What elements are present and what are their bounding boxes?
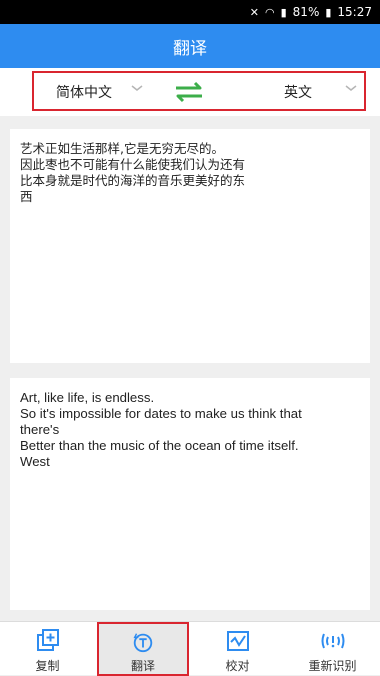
re-recognize-button[interactable]: 重新识别	[285, 622, 380, 676]
battery-percent: 81%	[292, 5, 320, 19]
language-bar: 简体中文 英文	[0, 68, 380, 116]
target-language-select[interactable]: 英文	[284, 82, 312, 102]
translate-label: 翻译	[130, 659, 155, 673]
copy-label: 复制	[35, 659, 60, 673]
translate-button[interactable]: 翻译	[97, 622, 189, 676]
translation-line: West	[20, 454, 50, 469]
source-text-area[interactable]: 艺术正如生活那样,它是无穷无尽的。 因此枣也不可能有什么能使我们认为还有 比本身…	[10, 129, 370, 363]
chevron-down-icon[interactable]	[130, 81, 144, 95]
app-bar: 翻译	[0, 24, 380, 68]
translation-line: Better than the music of the ocean of ti…	[20, 438, 299, 453]
clock: 15:27	[337, 5, 372, 19]
proofread-icon	[226, 631, 249, 651]
page-title: 翻译	[173, 38, 207, 59]
status-bar: ✕ ◠ ▮ 81% ▮ 15:27	[0, 0, 380, 24]
proofread-button[interactable]: 校对	[190, 622, 285, 676]
language-selector: 简体中文 英文	[32, 71, 366, 111]
re-recognize-label: 重新识别	[308, 659, 357, 673]
copy-button[interactable]: 复制	[0, 622, 95, 676]
re-recognize-icon	[321, 633, 344, 649]
source-line: 比本身就是时代的海洋的音乐更美好的东	[20, 173, 246, 188]
source-language-select[interactable]: 简体中文	[56, 82, 112, 102]
wifi-icon: ◠	[265, 5, 275, 19]
translation-line: there's	[20, 422, 60, 437]
signal-icon: ▮	[280, 5, 287, 19]
translation-text-area[interactable]: Art, like life, is endless. So it's impo…	[10, 378, 370, 610]
translate-icon	[133, 633, 153, 653]
battery-icon: ▮	[325, 5, 332, 19]
copy-add-icon	[36, 629, 59, 651]
chevron-down-icon[interactable]	[344, 81, 358, 95]
translation-line: Art, like life, is endless.	[20, 390, 155, 405]
source-line: 艺术正如生活那样,它是无穷无尽的。	[20, 141, 224, 156]
source-line: 西	[20, 189, 33, 204]
proofread-label: 校对	[225, 659, 250, 673]
swap-languages-icon[interactable]	[172, 81, 206, 103]
translation-line: So it's impossible for dates to make us …	[20, 406, 302, 421]
source-line: 因此枣也不可能有什么能使我们认为还有	[20, 157, 246, 172]
bottom-nav: 复制 翻译 校对 重新识别	[0, 621, 380, 676]
mute-icon: ✕	[249, 5, 259, 19]
